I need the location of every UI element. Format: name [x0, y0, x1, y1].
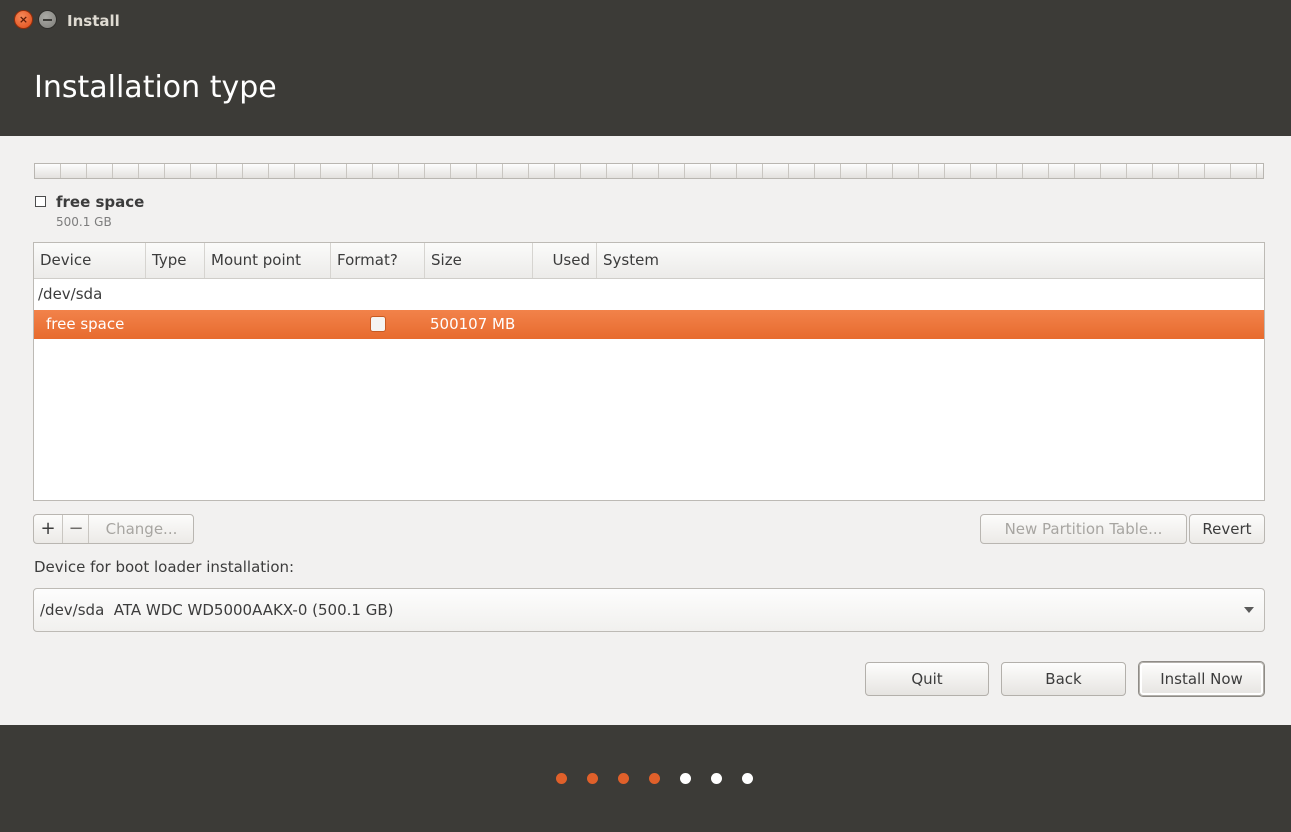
quit-button[interactable]: Quit — [865, 662, 989, 696]
bootloader-label: Device for boot loader installation: — [34, 558, 295, 576]
window-title: Install — [67, 12, 120, 30]
table-row-free-space[interactable]: free space 500107 MB — [34, 310, 1264, 339]
partition-table: Device Type Mount point Format? Size Use… — [33, 242, 1265, 501]
size-cell: 500107 MB — [430, 315, 516, 333]
close-icon[interactable]: × — [14, 10, 33, 29]
dropdown-arrow-icon — [1244, 607, 1254, 613]
change-partition-button[interactable]: Change... — [88, 515, 194, 543]
add-partition-button[interactable]: + — [34, 515, 62, 543]
minimize-icon[interactable] — [38, 10, 57, 29]
revert-label: Revert — [1202, 520, 1252, 538]
device-cell: /dev/sda — [38, 285, 103, 303]
progress-dot-7 — [742, 773, 753, 784]
new-partition-table-label: New Partition Table... — [1004, 520, 1163, 538]
free-space-legend-size: 500.1 GB — [56, 215, 112, 229]
partition-edit-buttons: + − Change... — [33, 514, 194, 544]
column-header-system[interactable]: System — [597, 243, 1264, 278]
device-cell: free space — [46, 315, 125, 333]
column-header-mount-point[interactable]: Mount point — [205, 243, 331, 278]
column-header-type[interactable]: Type — [146, 243, 205, 278]
window-titlebar: × Install — [0, 0, 1291, 50]
column-header-device[interactable]: Device — [34, 243, 146, 278]
back-button[interactable]: Back — [1001, 662, 1126, 696]
progress-dot-3 — [618, 773, 629, 784]
free-space-legend-label: free space — [56, 193, 145, 211]
table-row-dev-sda[interactable]: /dev/sda — [34, 280, 1264, 309]
progress-dot-1 — [556, 773, 567, 784]
column-header-format[interactable]: Format? — [331, 243, 425, 278]
page-title: Installation type — [34, 70, 277, 105]
remove-partition-button[interactable]: − — [62, 515, 89, 543]
bootloader-device-select[interactable]: /dev/sda ATA WDC WD5000AAKX-0 (500.1 GB) — [33, 588, 1265, 632]
free-space-legend-swatch — [35, 196, 46, 207]
bootloader-selected-value: /dev/sda ATA WDC WD5000AAKX-0 (500.1 GB) — [40, 601, 394, 619]
main-content: free space 500.1 GB Device Type Mount po… — [0, 136, 1291, 725]
new-partition-table-button[interactable]: New Partition Table... — [980, 514, 1187, 544]
progress-dot-6 — [711, 773, 722, 784]
column-header-used[interactable]: Used — [533, 243, 597, 278]
progress-dot-4 — [649, 773, 660, 784]
disk-usage-bar — [34, 163, 1264, 179]
progress-footer — [0, 725, 1291, 832]
progress-dot-2 — [587, 773, 598, 784]
progress-dot-5 — [680, 773, 691, 784]
table-header: Device Type Mount point Format? Size Use… — [34, 243, 1264, 279]
revert-button[interactable]: Revert — [1189, 514, 1265, 544]
column-header-size[interactable]: Size — [425, 243, 533, 278]
install-now-button[interactable]: Install Now — [1139, 662, 1264, 696]
format-checkbox[interactable] — [370, 316, 386, 332]
